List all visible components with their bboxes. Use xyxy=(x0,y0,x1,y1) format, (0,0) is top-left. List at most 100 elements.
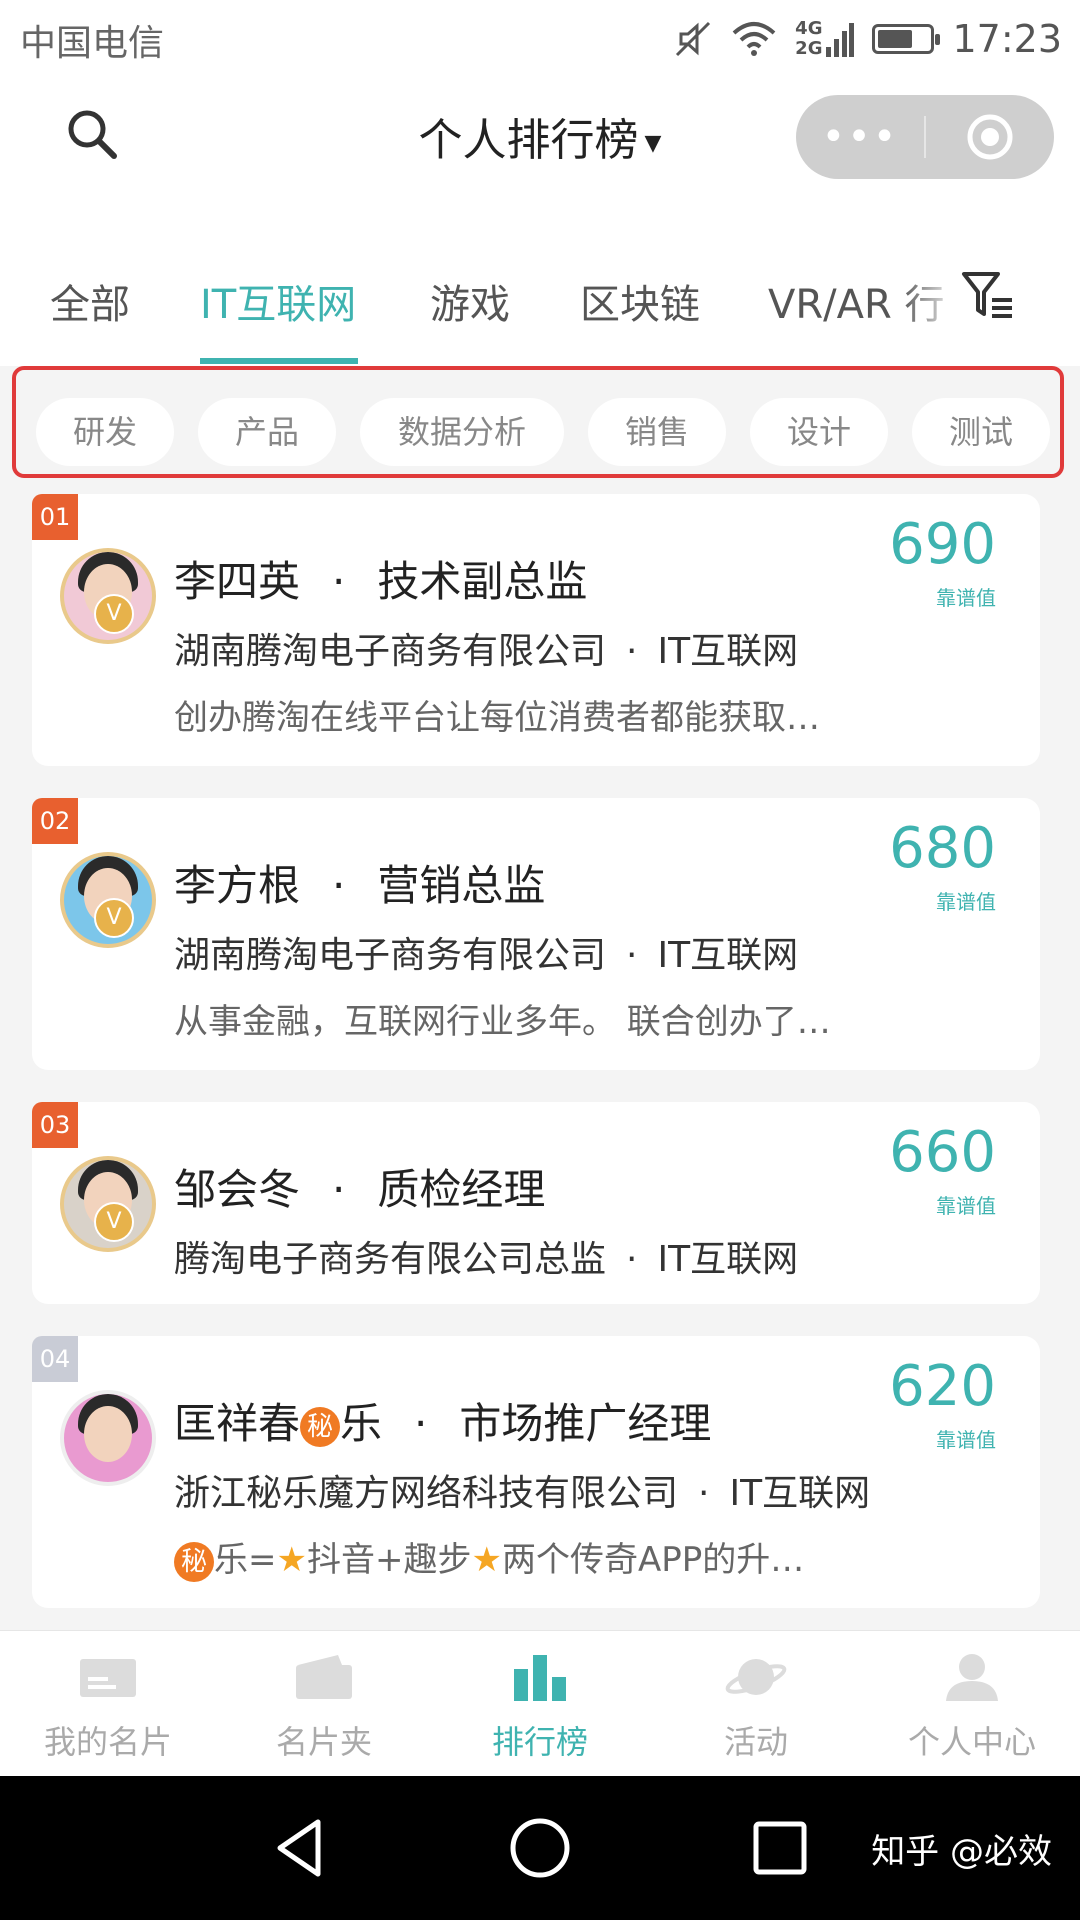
company-line: 湖南腾淘电子商务有限公司 · IT互联网 xyxy=(174,935,799,976)
star-icon: ★ xyxy=(471,1540,502,1580)
nav-label: 名片夹 xyxy=(275,1723,372,1761)
planet-icon xyxy=(725,1659,787,1695)
network-indicator: 4G 2G xyxy=(795,18,855,59)
chevron-down-icon: ▼ xyxy=(644,130,662,156)
company-line: 湖南腾淘电子商务有限公司 · IT互联网 xyxy=(174,631,799,672)
wifi-icon xyxy=(732,22,776,56)
clock: 17:23 xyxy=(952,17,1062,61)
tab-games[interactable]: 游戏 xyxy=(430,272,510,330)
person-name-suffix: 乐 xyxy=(340,1399,383,1448)
desc-part: 两个传奇APP的升… xyxy=(501,1540,805,1580)
chip-design[interactable]: 设计 xyxy=(750,398,888,466)
industry: IT互联网 xyxy=(657,935,799,976)
person-name-prefix: 匡祥春 xyxy=(174,1399,301,1448)
rank-badge: 03 xyxy=(32,1102,78,1148)
person-name: 李方根 xyxy=(174,861,301,910)
close-button[interactable] xyxy=(926,112,1054,162)
chip-testing[interactable]: 测试 xyxy=(912,398,1050,466)
network-type-bottom: 2G xyxy=(795,38,823,59)
wallet-icon xyxy=(296,1655,352,1699)
reliability-score: 620 xyxy=(889,1354,996,1419)
target-icon xyxy=(967,114,1013,160)
company-name: 浙江秘乐魔方网络科技有限公司 xyxy=(174,1473,679,1514)
nav-activity[interactable]: 活动 xyxy=(648,1651,864,1763)
system-nav-bar: 知乎 @必效 xyxy=(0,1776,1080,1920)
more-button[interactable]: ••• xyxy=(796,95,924,179)
industry-tabs: 全部 IT互联网 游戏 区块链 VR/AR 行 xyxy=(0,198,1080,366)
battery-icon xyxy=(872,24,941,54)
active-tab-indicator xyxy=(200,358,358,364)
bar-chart-icon xyxy=(514,1655,566,1701)
desc-part: 抖音+趣步 xyxy=(306,1540,472,1580)
back-icon[interactable] xyxy=(266,1814,334,1882)
watermark: 知乎 @必效 xyxy=(871,1832,1052,1872)
tab-fade xyxy=(900,258,960,338)
desc-part: 乐= xyxy=(214,1540,277,1580)
home-icon[interactable] xyxy=(506,1814,574,1882)
rank-badge: 02 xyxy=(32,798,78,844)
company-line: 浙江秘乐魔方网络科技有限公司 · IT互联网 xyxy=(174,1473,871,1514)
score-label: 靠谱值 xyxy=(936,586,996,610)
verified-badge-icon: V xyxy=(94,1202,134,1242)
company-name: 湖南腾淘电子商务有限公司 xyxy=(174,631,607,672)
person-name-title: 匡祥春秘乐 · 市场推广经理 xyxy=(174,1399,712,1448)
mi-badge-icon: 秘 xyxy=(174,1541,214,1582)
person-name: 邹会冬 xyxy=(174,1165,301,1214)
ranking-card[interactable]: 04 匡祥春秘乐 · 市场推广经理 浙江秘乐魔方网络科技有限公司 · IT互联网 秘乐=… xyxy=(32,1336,1040,1608)
person-name-title: 邹会冬 · 质检经理 xyxy=(174,1165,546,1214)
mini-program-capsule: ••• xyxy=(796,95,1054,179)
person-name: 李四英 xyxy=(174,557,301,606)
app-header: 个人排行榜 ▼ ••• xyxy=(0,78,1080,198)
signal-icon xyxy=(826,23,855,57)
person-title: 市场推广经理 xyxy=(459,1399,712,1448)
recents-icon[interactable] xyxy=(746,1814,814,1882)
verified-badge-icon: V xyxy=(94,594,134,634)
person-title: 技术副总监 xyxy=(377,557,588,606)
user-icon xyxy=(946,1654,998,1701)
mi-badge-icon: 秘 xyxy=(300,1406,341,1447)
person-title: 营销总监 xyxy=(377,861,546,910)
nav-label: 个人中心 xyxy=(907,1723,1036,1761)
filter-icon[interactable] xyxy=(960,268,1016,324)
company-name: 湖南腾淘电子商务有限公司 xyxy=(174,935,607,976)
nav-my-card[interactable]: 我的名片 xyxy=(0,1651,216,1763)
ranking-card[interactable]: 02 V 李方根 · 营销总监 湖南腾淘电子商务有限公司 · IT互联网 从事金融，互联… xyxy=(32,798,1040,1070)
company-line: 腾淘电子商务有限公司总监 · IT互联网 xyxy=(174,1239,799,1280)
chip-product[interactable]: 产品 xyxy=(198,398,336,466)
sub-category-bar: 研发 产品 数据分析 销售 设计 测试 xyxy=(12,366,1064,478)
rank-badge: 01 xyxy=(32,494,78,540)
ranking-card[interactable]: 03 V 邹会冬 · 质检经理 腾淘电子商务有限公司总监 · IT互联网 660 靠谱值 xyxy=(32,1102,1040,1304)
network-type-top: 4G xyxy=(795,18,823,39)
carrier-label: 中国电信 xyxy=(20,23,165,64)
company-name: 腾淘电子商务有限公司总监 xyxy=(174,1239,607,1280)
card-icon xyxy=(80,1659,136,1697)
reliability-score: 660 xyxy=(889,1120,996,1185)
nav-profile[interactable]: 个人中心 xyxy=(864,1651,1080,1763)
nav-label: 排行榜 xyxy=(491,1723,588,1761)
star-icon: ★ xyxy=(276,1540,307,1580)
industry: IT互联网 xyxy=(729,1473,871,1514)
bottom-nav: 我的名片 名片夹 排行榜 活动 个人中心 xyxy=(0,1630,1080,1777)
tab-it-internet[interactable]: IT互联网 xyxy=(200,272,356,330)
nav-ranking[interactable]: 排行榜 xyxy=(432,1651,648,1763)
avatar xyxy=(60,1390,156,1486)
tab-blockchain[interactable]: 区块链 xyxy=(580,272,700,330)
nav-label: 活动 xyxy=(723,1723,788,1761)
chip-rnd[interactable]: 研发 xyxy=(36,398,174,466)
reliability-score: 690 xyxy=(889,512,996,577)
chip-sales[interactable]: 销售 xyxy=(588,398,726,466)
nav-card-holder[interactable]: 名片夹 xyxy=(216,1651,432,1763)
tab-all[interactable]: 全部 xyxy=(50,272,130,330)
person-name-title: 李四英 · 技术副总监 xyxy=(174,557,588,606)
status-bar: 中国电信 4G 2G 17:23 xyxy=(0,0,1080,78)
industry: IT互联网 xyxy=(657,631,799,672)
person-description: 秘乐=★抖音+趣步★两个传奇APP的升… xyxy=(174,1532,804,1582)
ranking-card[interactable]: 01 V 李四英 · 技术副总监 湖南腾淘电子商务有限公司 · IT互联网 创办腾淘在线… xyxy=(32,494,1040,766)
status-icons: 4G 2G 17:23 xyxy=(673,10,1062,68)
nav-label: 我的名片 xyxy=(43,1723,172,1761)
person-title: 质检经理 xyxy=(377,1165,546,1214)
page-title-text: 个人排行榜 xyxy=(418,115,639,166)
chip-data-analysis[interactable]: 数据分析 xyxy=(360,398,564,466)
industry: IT互联网 xyxy=(657,1239,799,1280)
score-label: 靠谱值 xyxy=(936,1428,996,1452)
